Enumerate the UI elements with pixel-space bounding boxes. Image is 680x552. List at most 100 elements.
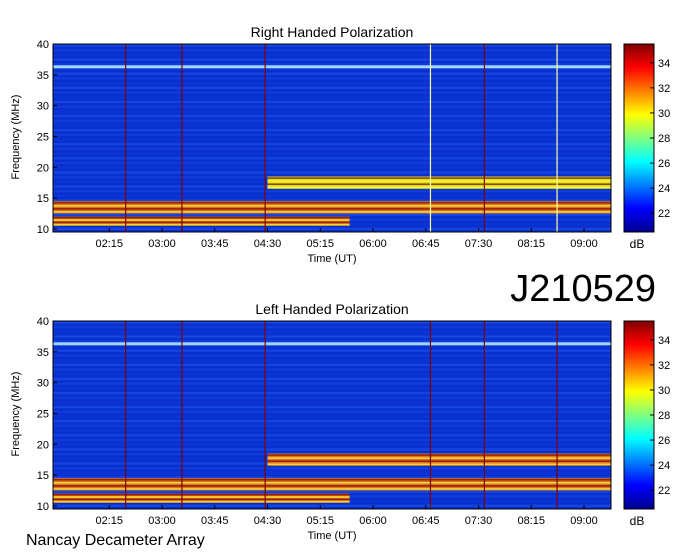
y-tick-label: 20 [37, 439, 49, 451]
emission-streak [53, 485, 611, 487]
spectrogram-texture [53, 124, 611, 127]
emission-streak [267, 186, 611, 189]
spectrogram-texture [53, 410, 611, 414]
x-tick-label: 06:45 [412, 515, 440, 527]
spectrogram-texture [53, 349, 611, 352]
y-tick-label: 20 [37, 162, 49, 174]
y-tick-label: 25 [37, 131, 49, 143]
spectrogram-texture [53, 194, 611, 198]
x-axis-label: Time (UT) [307, 253, 356, 265]
colorbar [623, 43, 655, 233]
colorbar-unit-label: dB [630, 514, 645, 528]
spectrogram-texture [53, 105, 611, 108]
emission-streak [53, 482, 611, 484]
spectrogram-texture [53, 326, 611, 329]
x-tick-label: 07:30 [465, 238, 493, 250]
x-tick-label: 06:45 [412, 238, 440, 250]
x-tick-label: 03:00 [148, 515, 176, 527]
spectrogram-texture [53, 405, 611, 409]
emission-streak [267, 460, 611, 463]
spectrogram-texture [53, 424, 611, 428]
x-tick-label: 03:45 [201, 238, 229, 250]
colorbar-tick-label: 26 [658, 158, 670, 170]
spectrogram-texture [53, 401, 611, 404]
y-tick-label: 40 [37, 316, 49, 328]
colorbar-tick-label: 28 [658, 410, 670, 422]
emission-streak [53, 498, 350, 501]
colorbar-tick-label: 30 [658, 108, 670, 120]
colorbar-tick-label: 34 [658, 335, 670, 347]
y-axis-label: Frequency (MHz) [10, 95, 22, 180]
colorbar-tick-label: 30 [658, 385, 670, 397]
spectrogram-texture [53, 363, 611, 367]
spectrogram-texture [53, 81, 611, 85]
spectrogram-texture [53, 373, 611, 376]
spectrogram-texture [53, 335, 611, 338]
colorbar-tick-label: 24 [658, 183, 670, 195]
x-tick-label: 03:00 [148, 238, 176, 250]
emission-streak [53, 500, 350, 503]
x-tick-label: 09:00 [570, 515, 598, 527]
spectrogram-figure: Right Handed Polarization Frequency (MHz… [10, 24, 670, 549]
colorbar-unit-label: dB [630, 237, 645, 251]
spectrogram-texture [53, 49, 611, 52]
y-tick-label: 10 [37, 224, 49, 236]
spectrogram-texture [53, 382, 611, 385]
spectrogram-texture [53, 96, 611, 99]
emission-streak [53, 211, 611, 213]
colorbar-tick-label: 28 [658, 133, 670, 145]
y-tick-label: 30 [37, 378, 49, 390]
spectrogram-texture [53, 161, 611, 165]
spectrogram-texture [53, 438, 611, 442]
x-tick-label: 03:45 [201, 515, 229, 527]
x-tick-label: 06:00 [359, 515, 387, 527]
interference-line [53, 65, 611, 69]
spectrogram-texture [53, 434, 611, 437]
x-tick-label: 08:15 [518, 515, 546, 527]
panel-title: Left Handed Polarization [255, 301, 408, 317]
spectrogram-texture [53, 448, 611, 451]
colorbar [623, 320, 655, 510]
spectrogram-texture [53, 157, 611, 160]
emission-streak [267, 457, 611, 459]
spectrogram-texture [53, 368, 611, 371]
emission-streak [53, 216, 350, 219]
emission-streak [267, 454, 611, 456]
spectrogram-texture [53, 467, 611, 470]
spectrogram-texture [53, 420, 611, 423]
spectrogram-texture [53, 227, 611, 231]
colorbar-tick-label: 22 [658, 208, 670, 220]
spectrogram-texture [53, 128, 611, 132]
spectrogram-texture [53, 100, 611, 104]
spectrogram-texture [53, 166, 611, 169]
spectrogram-texture [53, 340, 611, 343]
spectrogram-texture [53, 91, 611, 94]
x-axis-label: Time (UT) [307, 530, 356, 542]
spectrogram-texture [53, 330, 611, 334]
y-tick-label: 35 [37, 70, 49, 82]
x-tick-label: 04:30 [254, 238, 282, 250]
colorbar-tick-label: 26 [658, 435, 670, 447]
colorbar-tick-label: 32 [658, 83, 670, 95]
spectrogram-texture [53, 86, 611, 90]
spectrogram-texture [53, 110, 611, 113]
spectrogram-texture [53, 53, 611, 57]
emission-streak [267, 463, 611, 466]
spectrogram-texture [53, 387, 611, 390]
x-tick-label: 02:15 [96, 515, 124, 527]
right-polarization-panel: Right Handed Polarization Frequency (MHz… [10, 24, 670, 265]
x-tick-label: 09:00 [570, 238, 598, 250]
emission-streak [53, 201, 611, 204]
x-tick-label: 06:00 [359, 238, 387, 250]
emission-streak [53, 221, 350, 224]
y-tick-label: 15 [37, 193, 49, 205]
spectrogram-texture [53, 133, 611, 137]
spectrogram-texture [53, 429, 611, 432]
y-tick-label: 35 [37, 347, 49, 359]
colorbar-tick-label: 22 [658, 485, 670, 497]
emission-streak [53, 223, 350, 226]
emission-streak [53, 478, 611, 481]
y-tick-label: 15 [37, 470, 49, 482]
spectrogram-texture [53, 190, 611, 193]
colorbar-tick-label: 24 [658, 460, 670, 472]
